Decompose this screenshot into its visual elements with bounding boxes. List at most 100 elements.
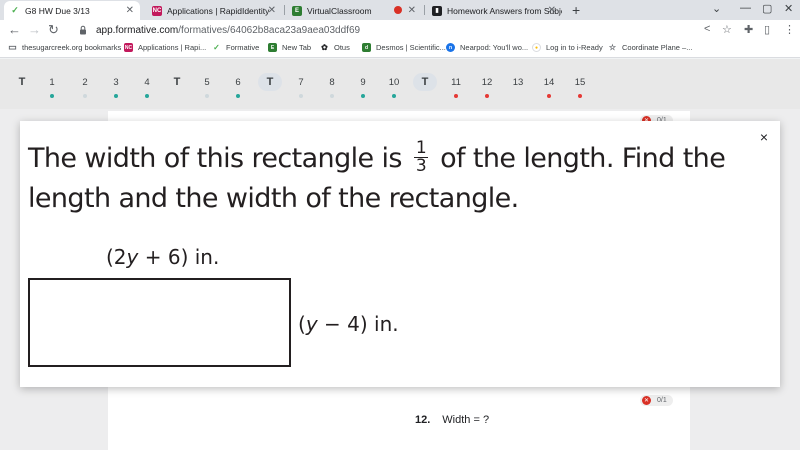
tab-applications[interactable]: NC Applications | RapidIdentity ✕ <box>146 1 282 20</box>
status-dot <box>145 94 149 98</box>
image-modal: × The width of this rectangle is 13 of t… <box>20 121 780 387</box>
length-label-prefix: (2 <box>106 245 127 269</box>
url-path: /formatives/64062b8aca23a9aea03ddf69 <box>178 24 361 36</box>
tab-search-icon[interactable]: ⌄ <box>712 2 721 15</box>
bookmark-iready[interactable]: ● Log in to i-Ready <box>532 43 603 52</box>
tab-g8-hw[interactable]: ✓ G8 HW Due 3/13 ✕ <box>4 1 140 20</box>
menu-icon[interactable]: ⋮ <box>784 23 795 36</box>
tab-homework-answers[interactable]: ▮ Homework Answers from Subje ✕ <box>426 1 562 20</box>
question-nav: T 1 2 3 4 T 5 6 T 7 8 9 10 T 11 12 13 14 15 <box>0 59 800 109</box>
fraction-one-third: 13 <box>413 140 429 175</box>
question-tab[interactable]: 7 <box>289 77 313 88</box>
bookmark-new-tab[interactable]: E New Tab <box>268 43 311 52</box>
bookmark-formative[interactable]: ✓ Formative <box>212 43 259 52</box>
width-label-suffix: − 4) in. <box>317 312 399 336</box>
page-content: T1234T56T78910T1112131415 ✕ 0/1 ✕ 0/1 12… <box>0 59 800 450</box>
formative-check-icon: ✓ <box>213 43 220 52</box>
reload-icon[interactable]: ↻ <box>48 22 59 38</box>
bookmark-label: thesugarcreek.org bookmarks <box>22 43 122 52</box>
share-icon[interactable]: < <box>704 23 710 35</box>
bookmark-label: Log in to i-Ready <box>546 43 603 52</box>
close-icon[interactable]: ✕ <box>126 5 134 16</box>
iready-icon: ● <box>532 43 541 52</box>
rapididentity-icon: NC <box>152 5 162 16</box>
recording-icon <box>394 6 402 14</box>
close-icon[interactable]: × <box>760 129 768 145</box>
status-dot <box>454 94 458 98</box>
new-tab-button[interactable]: + <box>572 2 580 18</box>
question-tab[interactable]: 8 <box>320 77 344 88</box>
teacher-slide-tab[interactable]: T <box>10 76 34 88</box>
folder-icon: ▭ <box>8 42 17 52</box>
close-icon[interactable]: ✕ <box>408 5 416 16</box>
close-icon[interactable]: ✕ <box>548 5 556 16</box>
rapididentity-icon: NC <box>124 43 133 52</box>
homework-icon: ▮ <box>432 5 442 16</box>
question-tab[interactable]: 1 <box>40 77 64 88</box>
tab-separator <box>424 5 425 15</box>
question-tab[interactable]: 4 <box>135 77 159 88</box>
incorrect-icon: ✕ <box>642 396 651 405</box>
question-tab[interactable]: 12 <box>475 77 499 88</box>
status-dot <box>485 94 489 98</box>
question-number: 12. <box>415 414 431 426</box>
teacher-slide-tab[interactable]: T <box>258 73 282 91</box>
tab-virtualclassroom[interactable]: E VirtualClassroom ✕ <box>286 1 422 20</box>
status-dot <box>114 94 118 98</box>
question-prompt: Width = ? <box>442 414 490 426</box>
back-icon[interactable]: ← <box>8 22 21 38</box>
address-bar[interactable]: app.formative.com/formatives/64062b8aca2… <box>78 21 718 39</box>
question-tab[interactable]: 15 <box>568 77 592 88</box>
bookmark-label: Nearpod: You'll wo... <box>460 43 529 52</box>
side-panel-icon[interactable]: ▯ <box>764 23 770 36</box>
minimize-icon[interactable]: — <box>740 2 751 14</box>
desmos-icon: d <box>362 43 371 52</box>
bookmark-label: New Tab <box>282 43 312 52</box>
question-tab[interactable]: 11 <box>444 77 468 88</box>
question-tab[interactable]: 2 <box>73 77 97 88</box>
status-dot <box>392 94 396 98</box>
question-tab[interactable]: 10 <box>382 77 406 88</box>
teacher-slide-tab[interactable]: T <box>413 73 437 91</box>
close-window-icon[interactable]: ✕ <box>784 2 793 15</box>
bookmark-sugarcreek[interactable]: ▭ thesugarcreek.org bookmarks <box>8 42 122 52</box>
question-tab[interactable]: 14 <box>537 77 561 88</box>
coordinate-icon: ☆ <box>608 43 617 52</box>
url-host: app.formative.com <box>96 24 179 36</box>
bookmark-star-icon[interactable]: ☆ <box>722 23 732 36</box>
tab-separator <box>284 5 285 15</box>
bookmark-applications[interactable]: NC Applications | Rapi... <box>124 43 206 52</box>
question-tab[interactable]: 13 <box>506 77 530 88</box>
tab-title: Homework Answers from Subje <box>447 5 562 16</box>
teacher-slide-tab[interactable]: T <box>165 76 189 88</box>
bookmark-desmos[interactable]: d Desmos | Scientific... <box>362 43 446 52</box>
score-badge: ✕ 0/1 <box>640 395 673 406</box>
question-tab[interactable]: 3 <box>104 77 128 88</box>
lock-icon <box>80 25 86 35</box>
tab-title: VirtualClassroom <box>307 5 372 16</box>
bookmark-nearpod[interactable]: n Nearpod: You'll wo... <box>446 43 528 52</box>
extensions-icon[interactable]: ✚ <box>744 23 753 36</box>
bookmark-coordinate-plane[interactable]: ☆ Coordinate Plane –... <box>608 43 693 52</box>
forward-icon[interactable]: → <box>28 22 41 38</box>
maximize-icon[interactable]: ▢ <box>762 2 772 15</box>
question-tab[interactable]: 6 <box>226 77 250 88</box>
question-tab[interactable]: 9 <box>351 77 375 88</box>
length-label-suffix: + 6) in. <box>138 245 220 269</box>
tab-title: G8 HW Due 3/13 <box>25 5 90 16</box>
status-dot <box>50 94 54 98</box>
width-variable: y <box>305 312 318 336</box>
question-tab[interactable]: 5 <box>195 77 219 88</box>
tab-title: Applications | RapidIdentity <box>167 5 270 16</box>
close-icon[interactable]: ✕ <box>268 5 276 16</box>
width-label: (y − 4) in. <box>298 312 399 336</box>
status-dot <box>205 94 209 98</box>
nearpod-icon: n <box>446 43 455 52</box>
bookmark-label: Applications | Rapi... <box>138 43 207 52</box>
status-dot <box>83 94 87 98</box>
formative-check-icon: ✓ <box>10 5 20 16</box>
bookmark-otus[interactable]: ✿ Otus <box>320 43 350 52</box>
status-dot <box>547 94 551 98</box>
bookmark-label: Desmos | Scientific... <box>376 43 446 52</box>
bookmark-label: Formative <box>226 43 260 52</box>
